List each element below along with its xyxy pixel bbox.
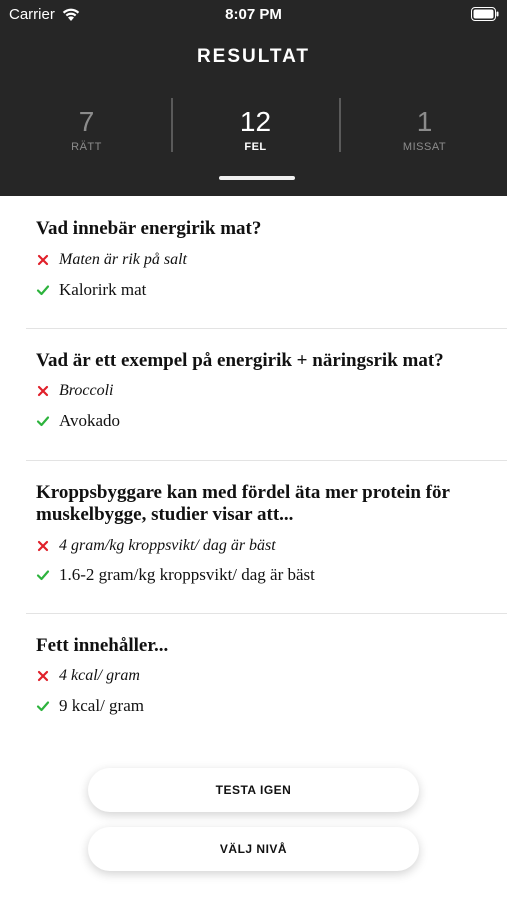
wrong-answer-text: 4 gram/kg kroppsvikt/ dag är bäst bbox=[59, 537, 276, 554]
wrong-answer-text: 4 kcal/ gram bbox=[59, 667, 140, 684]
tab-correct[interactable]: 7 RÄTT bbox=[2, 106, 171, 153]
retry-button[interactable]: TESTA IGEN bbox=[88, 768, 419, 812]
missed-count: 1 bbox=[416, 106, 433, 137]
wrong-cross-icon bbox=[37, 385, 49, 397]
wrong-answer-text: Maten är rik på salt bbox=[59, 251, 187, 268]
correct-check-icon bbox=[36, 570, 50, 581]
question-text: Fett innehåller... bbox=[36, 635, 169, 656]
results-header: Carrier 8:07 PM RESULTAT 7 RÄTT 12 FEL 1… bbox=[0, 0, 507, 196]
correct-count: 7 bbox=[78, 106, 95, 137]
correct-answer-text: Avokado bbox=[59, 411, 121, 430]
choose-level-button[interactable]: VÄLJ NIVÅ bbox=[88, 827, 419, 871]
battery-icon bbox=[471, 7, 499, 21]
wrong-cross-icon bbox=[37, 254, 49, 266]
correct-answer-text: 1.6-2 gram/kg kroppsvikt/ dag är bäst bbox=[59, 565, 315, 584]
wrong-answer: Broccoli bbox=[36, 380, 114, 402]
question-item: Kroppsbyggare kan med fördel äta mer pro… bbox=[26, 461, 507, 614]
wrong-label: FEL bbox=[244, 141, 267, 153]
wrong-answer-text: Broccoli bbox=[59, 382, 114, 399]
question-text: Vad innebär energirik mat? bbox=[36, 218, 262, 239]
wrong-cross-icon bbox=[37, 670, 49, 682]
correct-label: RÄTT bbox=[71, 141, 102, 153]
correct-check-icon bbox=[36, 285, 50, 296]
question-text: Kroppsbyggare kan med fördel äta mer pro… bbox=[36, 482, 450, 525]
missed-label: MISSAT bbox=[402, 141, 447, 153]
correct-answer: 1.6-2 gram/kg kroppsvikt/ dag är bäst bbox=[36, 564, 315, 586]
correct-check-icon bbox=[36, 416, 50, 427]
status-bar: Carrier 8:07 PM bbox=[0, 0, 507, 28]
question-item: Vad innebär energirik mat? Maten är rik … bbox=[26, 196, 507, 329]
tab-missed[interactable]: 1 MISSAT bbox=[340, 106, 507, 153]
wrong-answer: 4 kcal/ gram bbox=[36, 665, 140, 687]
question-item: Vad är ett exempel på energirik + näring… bbox=[26, 329, 507, 461]
question-text: Vad är ett exempel på energirik + näring… bbox=[36, 350, 444, 371]
tab-wrong[interactable]: 12 FEL bbox=[171, 106, 340, 153]
wrong-answer: Maten är rik på salt bbox=[36, 249, 187, 271]
question-item: Fett innehåller... 4 kcal/ gram 9 kcal/ … bbox=[26, 614, 507, 744]
correct-answer-text: Kalorirk mat bbox=[59, 280, 147, 299]
wrong-answer: 4 gram/kg kroppsvikt/ dag är bäst bbox=[36, 535, 276, 557]
correct-answer: Avokado bbox=[36, 410, 120, 432]
wrong-cross-icon bbox=[37, 540, 49, 552]
clock: 8:07 PM bbox=[225, 6, 282, 23]
correct-answer-text: 9 kcal/ gram bbox=[59, 696, 144, 715]
correct-answer: 9 kcal/ gram bbox=[36, 695, 144, 717]
wrong-count: 12 bbox=[239, 106, 272, 137]
correct-check-icon bbox=[36, 701, 50, 712]
correct-answer: Kalorirk mat bbox=[36, 279, 146, 301]
selected-tab-indicator bbox=[219, 176, 295, 180]
page-title: RESULTAT bbox=[196, 46, 311, 67]
